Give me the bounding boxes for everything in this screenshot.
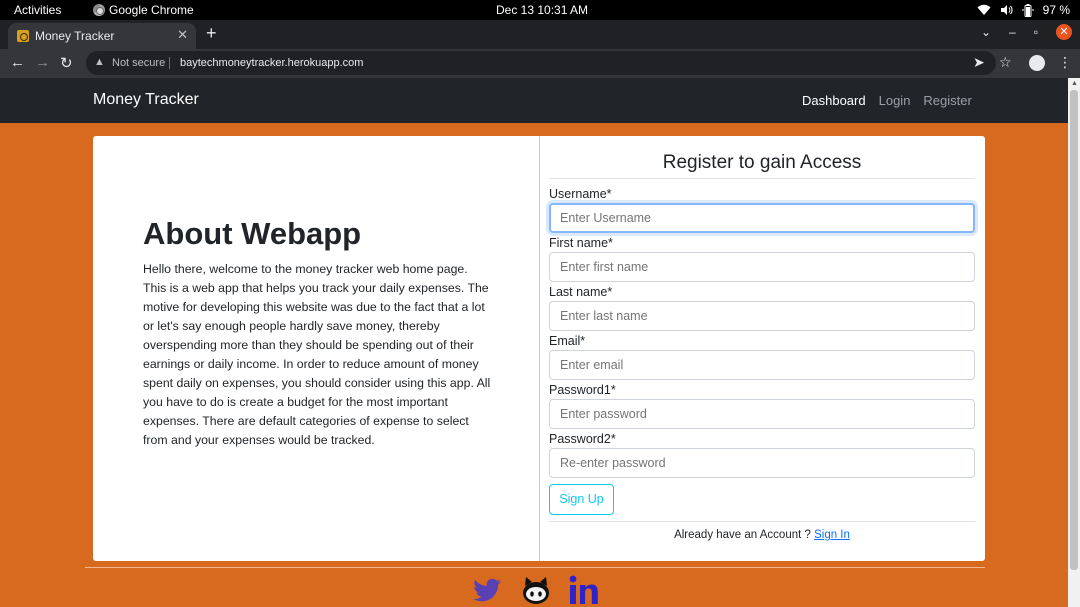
browser-toolbar: ← → ↻ ▲ Not secure baytechmoneytracker.h…	[0, 49, 1080, 78]
navbar-links: Dashboard Login Register	[802, 93, 972, 108]
bookmark-star-icon[interactable]: ☆	[999, 54, 1012, 71]
close-window-button[interactable]: ✕	[1056, 24, 1072, 40]
app-menu[interactable]: Google Chrome	[93, 3, 194, 17]
username-label: Username*	[549, 187, 612, 201]
battery-icon	[1021, 3, 1034, 17]
tab-money-tracker[interactable]: Money Tracker ✕	[8, 23, 196, 49]
window-controls: ⌄ – ▫ ✕	[981, 24, 1072, 40]
about-title: About Webapp	[143, 216, 362, 251]
new-tab-button[interactable]: +	[206, 23, 217, 44]
card-divider	[539, 136, 540, 561]
url-text[interactable]: baytechmoneytracker.herokuapp.com	[180, 57, 363, 69]
scroll-up-arrow-icon[interactable]: ▲	[1071, 80, 1078, 87]
username-input[interactable]	[549, 203, 975, 233]
navbar-brand[interactable]: Money Tracker	[93, 91, 199, 109]
os-top-bar: Activities Google Chrome Dec 13 10:31 AM…	[0, 0, 1080, 20]
last-name-input[interactable]	[549, 301, 975, 331]
register-title-divider	[549, 178, 975, 179]
wifi-icon	[977, 4, 991, 15]
site-favicon-icon	[17, 30, 29, 42]
signin-divider	[549, 521, 975, 522]
chrome-menu-icon[interactable]: ⋮	[1058, 54, 1072, 71]
site-navbar: Money Tracker Dashboard Login Register	[0, 78, 1068, 123]
twitter-icon[interactable]	[471, 574, 503, 606]
nav-link-dashboard[interactable]: Dashboard	[802, 93, 866, 108]
minimize-button[interactable]: –	[1009, 25, 1016, 39]
footer-divider	[85, 567, 985, 568]
signin-row: Already have an Account ? Sign In	[549, 529, 975, 541]
volume-icon	[1000, 5, 1013, 15]
maximize-button[interactable]: ▫	[1034, 25, 1038, 39]
tab-search-icon[interactable]: ⌄	[981, 25, 991, 39]
forward-arrow-icon[interactable]: →	[35, 54, 50, 71]
register-title: Register to gain Access	[662, 152, 862, 173]
sign-in-link[interactable]: Sign In	[814, 529, 850, 541]
clock[interactable]: Dec 13 10:31 AM	[496, 3, 588, 17]
nav-link-register[interactable]: Register	[923, 93, 971, 108]
reload-icon[interactable]: ↻	[60, 54, 73, 72]
system-tray[interactable]: 97 %	[977, 3, 1070, 17]
tab-title: Money Tracker	[35, 29, 115, 43]
main-card: About Webapp Hello there, welcome to the…	[93, 136, 985, 561]
first-name-input[interactable]	[549, 252, 975, 282]
password2-input[interactable]	[549, 448, 975, 478]
about-text: Hello there, welcome to the money tracke…	[143, 262, 491, 447]
security-status[interactable]: Not secure	[112, 57, 165, 69]
battery-percent: 97 %	[1042, 3, 1070, 17]
activities-button[interactable]: Activities	[14, 3, 61, 17]
email-label: Email*	[549, 334, 586, 348]
email-input[interactable]	[549, 350, 975, 380]
nav-link-login[interactable]: Login	[879, 93, 911, 108]
github-icon[interactable]	[520, 574, 552, 606]
omnibox-separator	[169, 57, 170, 69]
warning-icon[interactable]: ▲	[94, 56, 105, 68]
address-bar[interactable]: ▲ Not secure baytechmoneytracker.herokua…	[86, 51, 996, 75]
signin-prompt: Already have an Account ?	[674, 529, 815, 541]
send-to-device-icon[interactable]: ➤	[973, 54, 985, 71]
tab-strip: Money Tracker ✕ + ⌄ – ▫ ✕	[0, 20, 1080, 49]
page-scrollbar[interactable]: ▲	[1068, 78, 1080, 607]
close-tab-icon[interactable]: ✕	[177, 27, 188, 43]
sign-up-button[interactable]: Sign Up	[549, 484, 614, 515]
scrollbar-thumb[interactable]	[1070, 90, 1078, 570]
linkedin-icon[interactable]	[568, 574, 600, 606]
page-viewport: Money Tracker Dashboard Login Register A…	[0, 78, 1068, 607]
password1-label: Password1*	[549, 383, 616, 397]
first-name-label: First name*	[549, 236, 613, 250]
password2-label: Password2*	[549, 432, 616, 446]
password1-input[interactable]	[549, 399, 975, 429]
app-name: Google Chrome	[109, 3, 194, 17]
back-arrow-icon[interactable]: ←	[10, 54, 25, 71]
profile-avatar-icon[interactable]	[1029, 55, 1045, 71]
chrome-icon	[93, 4, 105, 16]
last-name-label: Last name*	[549, 285, 613, 299]
